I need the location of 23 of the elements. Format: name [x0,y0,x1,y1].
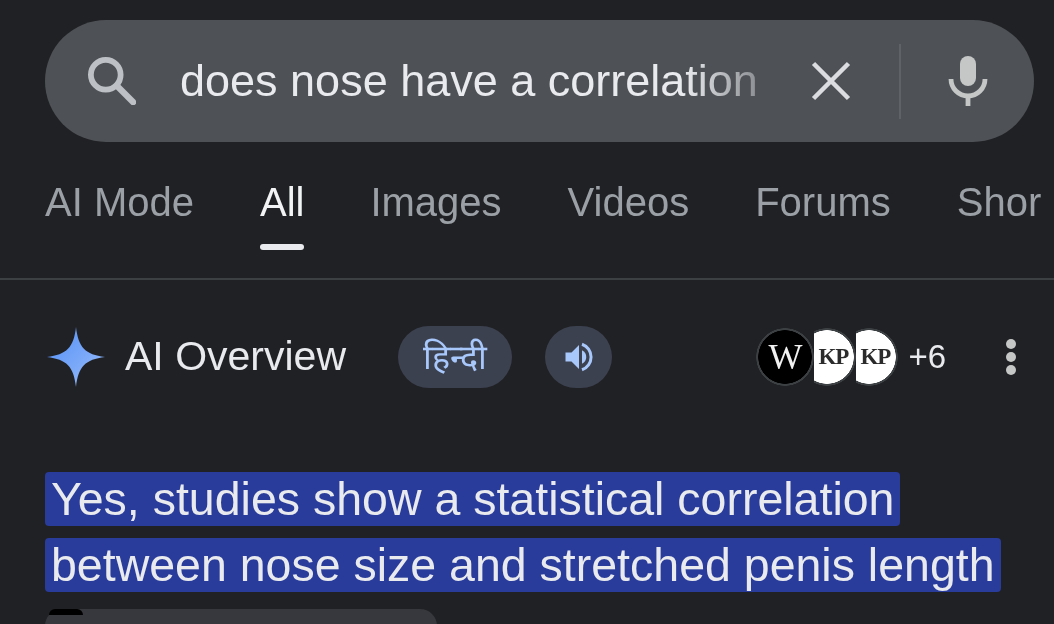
clear-button[interactable] [810,60,852,102]
search-tab[interactable]: Forums [755,178,891,250]
section-title: AI Overview [125,332,346,382]
search-tab[interactable]: AI Mode [45,178,194,250]
speaker-icon [563,342,594,372]
search-tab[interactable]: Shor [956,178,1042,250]
more-options-icon [1004,339,1018,375]
language-button[interactable]: हिन्दी [398,326,512,388]
search-tab[interactable]: All [259,178,305,250]
search-input[interactable]: does nose have a correlation [180,51,780,111]
more-sources-count: +6 [908,337,946,378]
voice-search-button[interactable] [948,56,988,106]
search-icon [88,57,136,105]
search-tab[interactable]: Videos [567,178,690,250]
microphone-icon [948,56,988,106]
search-bar[interactable]: does nose have a correlation [45,20,1034,142]
source-favicon: KP [814,328,857,386]
source-favicon: W [756,328,815,386]
search-tab[interactable]: Images [370,178,502,250]
close-icon [810,60,852,102]
sparkle-icon [47,327,105,387]
source-favicon: KP [856,328,899,386]
more-options-button[interactable] [1004,339,1018,375]
